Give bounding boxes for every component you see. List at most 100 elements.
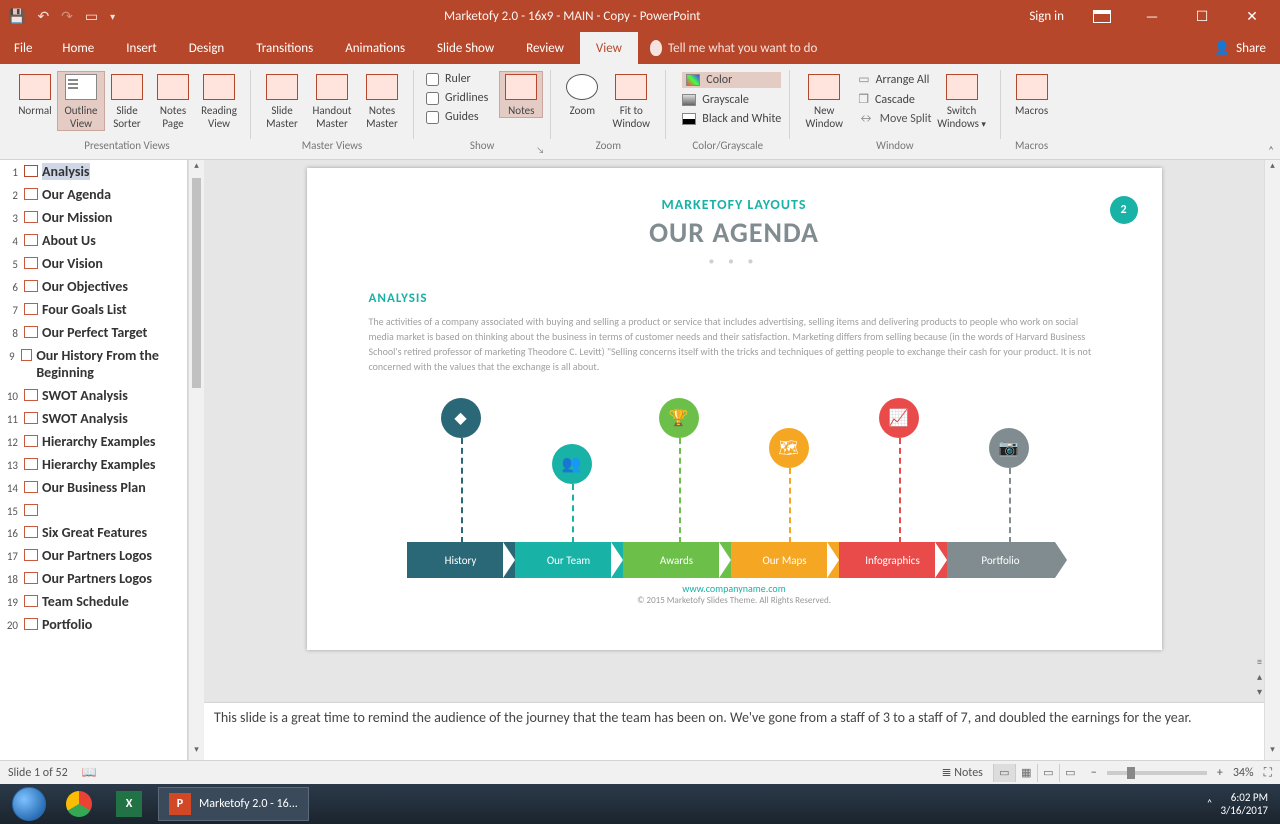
tab-animations[interactable]: Animations [329, 32, 421, 64]
color-mode-button[interactable]: Color [682, 72, 781, 88]
show-dialog-launcher[interactable]: ↘ [536, 145, 544, 156]
tab-review[interactable]: Review [510, 32, 580, 64]
statusbar: Slide 1 of 52 📖 ≣ Notes ▭ ▦ ▭ ▭ − + 34% … [0, 760, 1280, 784]
slide-scrollbar[interactable]: ▴ ▾ [1264, 160, 1280, 760]
slide-master-button[interactable]: Slide Master [259, 72, 305, 130]
outline-item[interactable]: 4About Us [0, 229, 187, 252]
share-button[interactable]: 👤 Share [1200, 32, 1280, 64]
undo-icon[interactable]: ↶ [37, 8, 49, 25]
zoom-out-icon[interactable]: − [1091, 766, 1097, 780]
group-window: New Window ▭Arrange All ❐Cascade ↔Move S… [792, 66, 997, 159]
arrow-infographics: Infographics [839, 542, 947, 578]
zoom-level[interactable]: 34% [1233, 766, 1254, 780]
reading-view-icon[interactable]: ▭ [1037, 764, 1059, 782]
chrome-taskbar-icon[interactable] [54, 787, 104, 821]
outline-item[interactable]: 2Our Agenda [0, 183, 187, 206]
slide-nav-extras[interactable]: ≡▴▾ [1257, 655, 1262, 698]
tab-transitions[interactable]: Transitions [240, 32, 329, 64]
outline-view-button[interactable]: Outline View [58, 72, 104, 130]
outline-scrollbar[interactable]: ▴ ▾ [188, 160, 204, 760]
notes-master-button[interactable]: Notes Master [359, 72, 405, 130]
outline-list[interactable]: 1Analysis2Our Agenda3Our Mission4About U… [0, 160, 187, 760]
outline-item[interactable]: 17Our Partners Logos [0, 544, 187, 567]
minimize-button[interactable]: — [1130, 2, 1174, 30]
slide-sorter-button[interactable]: Slide Sorter [104, 72, 150, 130]
outline-item[interactable]: 7Four Goals List [0, 298, 187, 321]
slide-canvas[interactable]: 2 MARKETOFY LAYOUTS OUR AGENDA ● ● ● ANA… [307, 168, 1162, 650]
ruler-checkbox[interactable]: Ruler [426, 72, 488, 86]
outline-item[interactable]: 13Hierarchy Examples [0, 453, 187, 476]
outline-item[interactable]: 15 [0, 499, 187, 521]
maximize-button[interactable]: ☐ [1180, 2, 1224, 30]
tray-chevron-icon[interactable]: ˄ [1207, 797, 1213, 810]
cascade-button[interactable]: ❐Cascade [858, 92, 931, 107]
close-button[interactable]: ✕ [1230, 2, 1274, 30]
outline-item[interactable]: 20Portfolio [0, 613, 187, 636]
reading-view-button[interactable]: Reading View [196, 72, 242, 130]
tab-design[interactable]: Design [173, 32, 240, 64]
zoom-in-icon[interactable]: + [1217, 766, 1223, 780]
notes-page-button[interactable]: Notes Page [150, 72, 196, 130]
tab-home[interactable]: Home [46, 32, 110, 64]
sign-in-link[interactable]: Sign in [1029, 9, 1064, 24]
outline-item[interactable]: 3Our Mission [0, 206, 187, 229]
arrow-team: Our Team [515, 542, 623, 578]
excel-taskbar-icon[interactable]: X [104, 787, 154, 821]
guides-checkbox[interactable]: Guides [426, 110, 488, 124]
tab-file[interactable]: File [0, 32, 46, 64]
ribbon-display-options-icon[interactable] [1080, 2, 1124, 30]
switch-windows-button[interactable]: Switch Windows ▾ [932, 72, 992, 131]
new-window-button[interactable]: New Window [798, 72, 850, 130]
outline-item[interactable]: 11SWOT Analysis [0, 407, 187, 430]
outline-item[interactable]: 19Team Schedule [0, 590, 187, 613]
zoom-slider[interactable] [1107, 771, 1207, 775]
slide-counter[interactable]: Slide 1 of 52 [8, 766, 68, 780]
start-button[interactable] [4, 787, 54, 821]
powerpoint-taskbar-button[interactable]: P Marketofy 2.0 - 16... [158, 787, 309, 821]
collapse-ribbon-icon[interactable]: ˄ [1268, 144, 1274, 157]
grayscale-mode-button[interactable]: Grayscale [682, 93, 781, 107]
notes-toggle[interactable]: ≣ Notes [941, 765, 982, 780]
maps-icon: 🗺 [769, 428, 809, 468]
spellcheck-icon[interactable]: 📖 [82, 765, 97, 780]
macros-button[interactable]: Macros [1009, 72, 1055, 117]
normal-view-icon[interactable]: ▭ [993, 764, 1015, 782]
outline-item[interactable]: 8Our Perfect Target [0, 321, 187, 344]
group-color-grayscale: Color Grayscale Black and White Color/Gr… [668, 66, 787, 159]
handout-master-button[interactable]: Handout Master [305, 72, 359, 130]
infographics-icon: 📈 [879, 398, 919, 438]
tell-me-search[interactable]: Tell me what you want to do [638, 32, 817, 64]
zoom-button[interactable]: Zoom [559, 72, 605, 117]
black-white-mode-button[interactable]: Black and White [682, 112, 781, 126]
outline-item[interactable]: 6Our Objectives [0, 275, 187, 298]
team-icon: 👥 [552, 444, 592, 484]
slide-brand: MARKETOFY LAYOUTS [369, 196, 1100, 213]
arrange-all-button[interactable]: ▭Arrange All [858, 72, 931, 87]
tray-time[interactable]: 6:02 PM [1220, 791, 1268, 804]
tab-insert[interactable]: Insert [110, 32, 173, 64]
outline-item[interactable]: 14Our Business Plan [0, 476, 187, 499]
notes-pane[interactable]: This slide is a great time to remind the… [204, 702, 1264, 760]
outline-item[interactable]: 12Hierarchy Examples [0, 430, 187, 453]
outline-item[interactable]: 5Our Vision [0, 252, 187, 275]
fit-to-window-button[interactable]: Fit to Window [605, 72, 657, 130]
normal-view-button[interactable]: Normal [12, 72, 58, 117]
start-from-beginning-icon[interactable]: ▭ [85, 8, 98, 25]
tab-view[interactable]: View [580, 32, 638, 64]
outline-item[interactable]: 10SWOT Analysis [0, 384, 187, 407]
notes-toggle-button[interactable]: Notes [500, 72, 542, 117]
outline-item[interactable]: 18Our Partners Logos [0, 567, 187, 590]
outline-item[interactable]: 1Analysis [0, 160, 187, 183]
outline-item[interactable]: 16Six Great Features [0, 521, 187, 544]
redo-icon[interactable]: ↷ [61, 8, 73, 25]
gridlines-checkbox[interactable]: Gridlines [426, 91, 488, 105]
fit-slide-icon[interactable]: ⛶ [1264, 766, 1272, 780]
outline-item[interactable]: 9Our History From the Beginning [0, 344, 187, 384]
move-split-button[interactable]: ↔Move Split [858, 112, 931, 126]
slideshow-view-icon[interactable]: ▭ [1059, 764, 1081, 782]
tab-slideshow[interactable]: Slide Show [421, 32, 510, 64]
save-icon[interactable]: 💾 [8, 8, 25, 25]
sorter-view-icon[interactable]: ▦ [1015, 764, 1037, 782]
tray-date[interactable]: 3/16/2017 [1220, 804, 1268, 817]
slide-timeline: ◆ 👥 🏆 🗺 📈 📷 History Our Team Aw [369, 398, 1100, 578]
